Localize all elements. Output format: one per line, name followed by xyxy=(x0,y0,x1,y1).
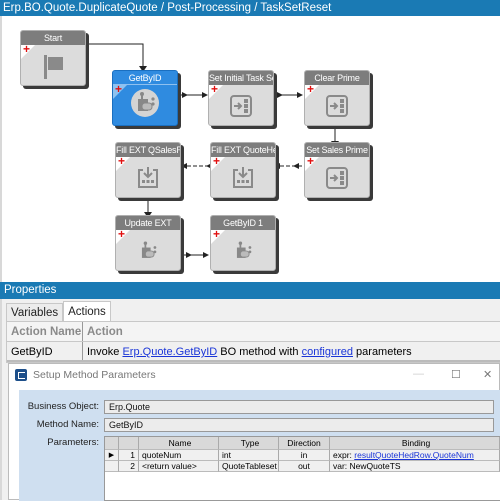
node-title: Set Sales Prime xyxy=(305,143,369,157)
parameters-grid: Name Type Direction Binding ▶ 1 quoteNum… xyxy=(104,436,500,501)
tab-variables[interactable]: Variables xyxy=(6,303,64,321)
set-field-icon xyxy=(326,167,348,189)
set-field-icon xyxy=(230,95,252,117)
maximize-button[interactable]: ☐ xyxy=(451,368,461,381)
business-object-field[interactable]: Erp.Quote xyxy=(104,400,494,414)
expand-plus-icon[interactable]: + xyxy=(307,83,314,95)
node-title: Update EXT xyxy=(116,216,180,230)
close-button[interactable]: ✕ xyxy=(483,368,492,381)
table-row[interactable]: ▶ 1 quoteNum int in expr: resultQuoteHed… xyxy=(105,450,500,461)
minimize-button[interactable]: — xyxy=(413,368,424,380)
app-logo-icon xyxy=(15,369,27,381)
dialog-titlebar[interactable]: Setup Method Parameters xyxy=(9,364,499,386)
dialog-title: Setup Method Parameters xyxy=(33,369,156,381)
parameters-label: Parameters: xyxy=(47,437,99,448)
workflow-node-fill-ext-qsalesrp[interactable]: Fill EXT QSalesRP + xyxy=(115,142,181,198)
setup-method-parameters-dialog: Setup Method Parameters — ☐ ✕ Business O… xyxy=(8,363,500,501)
fill-table-icon xyxy=(233,167,253,188)
actions-grid-header: Action Name Action xyxy=(7,322,500,342)
workflow-node-update-ext[interactable]: Update EXT + xyxy=(115,215,181,271)
node-title: GetByID 1 xyxy=(211,216,275,230)
expand-plus-icon[interactable]: + xyxy=(211,83,218,95)
workflow-node-getbyid-1[interactable]: GetByID 1 + xyxy=(210,215,276,271)
column-header-binding[interactable]: Binding xyxy=(330,437,500,450)
expand-plus-icon[interactable]: + xyxy=(23,43,30,55)
column-header-action[interactable]: Action xyxy=(83,322,500,341)
workflow-canvas[interactable]: Start + GetByID + Set Initial Task Set +… xyxy=(0,16,500,282)
method-name-field[interactable]: GetByID xyxy=(104,418,494,432)
properties-panel-title: Properties xyxy=(0,282,500,299)
expand-plus-icon[interactable]: + xyxy=(213,155,220,167)
connector-start-getbyid xyxy=(88,43,144,70)
node-title: GetByID xyxy=(113,71,177,85)
flag-icon xyxy=(44,55,63,79)
window-title: Erp.BO.Quote.DuplicateQuote / Post-Proce… xyxy=(0,0,500,16)
expand-plus-icon[interactable]: + xyxy=(307,155,314,167)
invoke-bo-method-icon xyxy=(236,241,252,258)
invoke-bo-method-icon xyxy=(141,241,157,258)
business-object-label: Business Object: xyxy=(27,401,99,412)
expand-plus-icon[interactable]: + xyxy=(118,228,125,240)
table-row[interactable]: GetByID Invoke Erp.Quote.GetByID BO meth… xyxy=(7,342,500,362)
node-title: Set Initial Task Set xyxy=(209,71,273,85)
column-header-action-name[interactable]: Action Name xyxy=(7,322,83,341)
action-description-cell: Invoke Erp.Quote.GetByID BO method with … xyxy=(87,346,412,358)
expand-plus-icon[interactable]: + xyxy=(115,83,122,95)
action-name-cell: GetByID xyxy=(7,342,83,360)
set-field-icon xyxy=(326,95,348,117)
method-name-label: Method Name: xyxy=(36,419,99,430)
node-title: Fill EXT QSalesRP xyxy=(116,143,180,157)
binding-expression-link[interactable]: resultQuoteHedRow.QuoteNum xyxy=(354,450,474,460)
column-header-name[interactable]: Name xyxy=(139,437,219,450)
workflow-node-clear-prime[interactable]: Clear Prime + xyxy=(304,70,370,126)
properties-tabs: Variables Actions xyxy=(6,301,111,321)
invoke-bo-method-icon xyxy=(131,89,159,117)
column-header-direction[interactable]: Direction xyxy=(279,437,330,450)
parameters-grid-header: Name Type Direction Binding xyxy=(105,437,500,450)
dialog-body: Business Object: Erp.Quote Method Name: … xyxy=(19,390,500,501)
fill-table-icon xyxy=(138,167,158,188)
workflow-node-set-sales-prime[interactable]: Set Sales Prime + xyxy=(304,142,370,198)
node-title: Fill EXT QuoteHed xyxy=(211,143,275,157)
expand-plus-icon[interactable]: + xyxy=(118,155,125,167)
tab-actions[interactable]: Actions xyxy=(63,301,111,321)
current-row-indicator-icon: ▶ xyxy=(105,450,119,461)
node-title: Clear Prime xyxy=(305,71,369,85)
configured-parameters-link[interactable]: configured xyxy=(302,346,353,358)
workflow-node-getbyid[interactable]: GetByID + xyxy=(112,70,178,126)
column-header-type[interactable]: Type xyxy=(219,437,279,450)
actions-grid: Action Name Action GetByID Invoke Erp.Qu… xyxy=(6,321,500,363)
workflow-node-fill-ext-quotehed[interactable]: Fill EXT QuoteHed + xyxy=(210,142,276,198)
workflow-node-start[interactable]: Start + xyxy=(20,30,86,86)
workflow-node-set-initial-task-set[interactable]: Set Initial Task Set + xyxy=(208,70,274,126)
bo-method-link[interactable]: Erp.Quote.GetByID xyxy=(122,346,217,358)
node-title: Start xyxy=(21,31,85,45)
table-row[interactable]: 2 <return value> QuoteTableset out var: … xyxy=(105,461,500,472)
expand-plus-icon[interactable]: + xyxy=(213,228,220,240)
